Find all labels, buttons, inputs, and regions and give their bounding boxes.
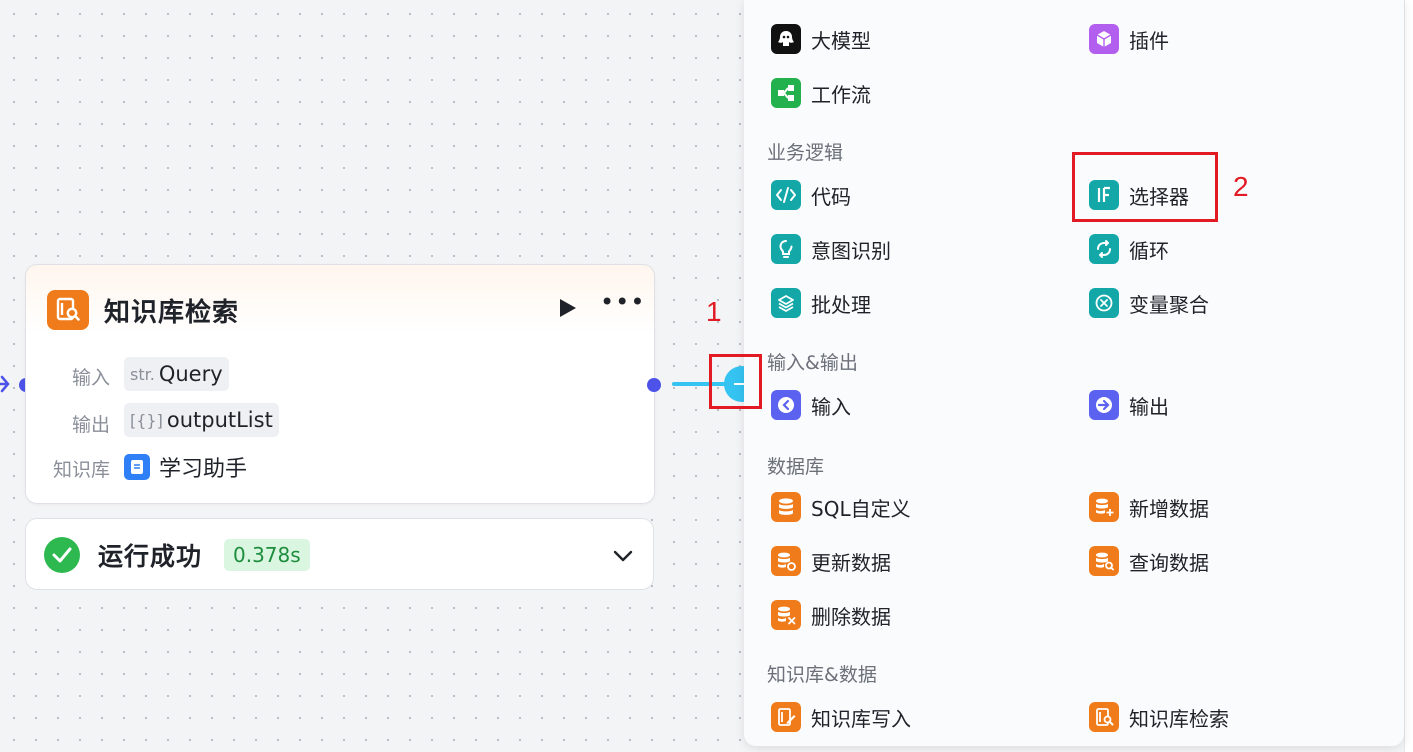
panel-item-label: 意图识别	[811, 238, 891, 263]
output-icon	[1089, 390, 1119, 420]
panel-item-label: 工作流	[811, 82, 871, 107]
run-status-bar[interactable]: 运行成功 0.378s	[25, 518, 654, 590]
panel-item-label: 批处理	[811, 292, 871, 317]
loop-icon	[1089, 234, 1119, 264]
panel-item-variable-merge[interactable]: 变量聚合	[1089, 288, 1209, 318]
panel-item-label: 循环	[1129, 238, 1169, 263]
annotation-number-1: 1	[706, 296, 722, 327]
panel-item-knowledge-write[interactable]: 知识库写入	[771, 702, 911, 732]
section-title-input-output: 输入&输出	[767, 352, 858, 374]
knowledge-search-icon	[1089, 702, 1119, 732]
panel-item-update-data[interactable]: 更新数据	[771, 546, 891, 576]
database-query-icon	[1089, 546, 1119, 576]
plugin-cube-icon	[1089, 24, 1119, 54]
output-param-value: outputList	[166, 408, 273, 432]
panel-item-label: 输出	[1129, 394, 1169, 419]
panel-item-label: 知识库检索	[1129, 706, 1229, 731]
panel-item-add-data[interactable]: 新增数据	[1089, 492, 1209, 522]
panel-item-input[interactable]: 输入	[771, 390, 851, 420]
panel-item-knowledge-search[interactable]: 知识库检索	[1089, 702, 1229, 732]
panel-item-workflow[interactable]: 工作流	[771, 78, 871, 108]
input-type-tag: str.	[130, 364, 155, 384]
knowledge-search-icon	[47, 290, 89, 330]
output-param-chip: [{}] outputList	[124, 403, 279, 437]
success-check-icon	[44, 537, 80, 573]
panel-item-label: 插件	[1129, 28, 1169, 53]
input-label: 输入	[71, 367, 110, 389]
chevron-down-icon[interactable]	[612, 545, 634, 567]
panel-item-loop[interactable]: 循环	[1089, 234, 1169, 264]
panel-item-label: 更新数据	[811, 550, 891, 575]
panel-item-label: 知识库写入	[811, 706, 911, 731]
run-play-icon[interactable]	[556, 297, 578, 319]
canvas-right-edge	[1404, 0, 1413, 752]
database-add-icon	[1089, 492, 1119, 522]
annotation-box-1	[709, 354, 762, 409]
panel-item-llm[interactable]: 大模型	[771, 24, 871, 54]
llm-icon	[771, 24, 801, 54]
code-icon	[771, 180, 801, 210]
panel-item-label: 变量聚合	[1129, 292, 1209, 317]
database-delete-icon	[771, 600, 801, 630]
panel-item-batch[interactable]: 批处理	[771, 288, 871, 318]
incoming-edge-arrow-icon	[0, 375, 10, 393]
panel-item-label: 新增数据	[1129, 496, 1209, 521]
section-title-knowledge-data: 知识库&数据	[767, 664, 877, 686]
output-type-tag: [{}]	[130, 410, 163, 430]
run-time-badge: 0.378s	[224, 539, 310, 571]
workflow-icon	[771, 78, 801, 108]
knowledge-retrieval-node[interactable]: 知识库检索 ••• 输入 str. Query 输出 [{}] outputLi…	[25, 264, 655, 504]
panel-item-intent[interactable]: 意图识别	[771, 234, 891, 264]
panel-item-code[interactable]: 代码	[771, 180, 851, 210]
database-icon	[771, 492, 801, 522]
panel-item-sql-custom[interactable]: SQL自定义	[771, 492, 911, 522]
input-param-chip: str. Query	[124, 357, 229, 391]
panel-item-label: 大模型	[811, 28, 871, 53]
variable-merge-icon	[1089, 288, 1119, 318]
input-param-value: Query	[158, 362, 223, 386]
panel-item-delete-data[interactable]: 删除数据	[771, 600, 891, 630]
output-label: 输出	[71, 414, 110, 436]
intent-bulb-icon	[771, 234, 801, 264]
panel-item-label: 查询数据	[1129, 550, 1209, 575]
database-update-icon	[771, 546, 801, 576]
node-picker-panel: 大模型 插件 工作流 业务逻辑 代码 选择器 意图识别 循环 批处理 变量聚合 …	[744, 0, 1404, 746]
knowledge-write-icon	[771, 702, 801, 732]
annotation-box-2	[1072, 152, 1218, 222]
knowledge-base-value: 学习助手	[124, 451, 247, 483]
document-icon	[124, 454, 150, 480]
input-icon	[771, 390, 801, 420]
panel-item-query-data[interactable]: 查询数据	[1089, 546, 1209, 576]
panel-item-label: SQL自定义	[811, 496, 911, 521]
panel-item-label: 删除数据	[811, 604, 891, 629]
panel-item-plugin[interactable]: 插件	[1089, 24, 1169, 54]
section-title-business-logic: 业务逻辑	[767, 142, 844, 164]
batch-layers-icon	[771, 288, 801, 318]
section-title-database: 数据库	[767, 456, 825, 478]
status-text: 运行成功	[98, 542, 203, 571]
more-options-icon[interactable]: •••	[600, 290, 644, 319]
panel-item-output[interactable]: 输出	[1089, 390, 1169, 420]
knowledge-base-label: 知识库	[52, 459, 110, 481]
knowledge-base-name: 学习助手	[159, 457, 248, 482]
panel-item-label: 输入	[811, 394, 851, 419]
node-output-port[interactable]	[647, 378, 661, 392]
annotation-number-2: 2	[1233, 171, 1249, 202]
panel-item-label: 代码	[811, 184, 851, 209]
node-title: 知识库检索	[104, 298, 240, 328]
